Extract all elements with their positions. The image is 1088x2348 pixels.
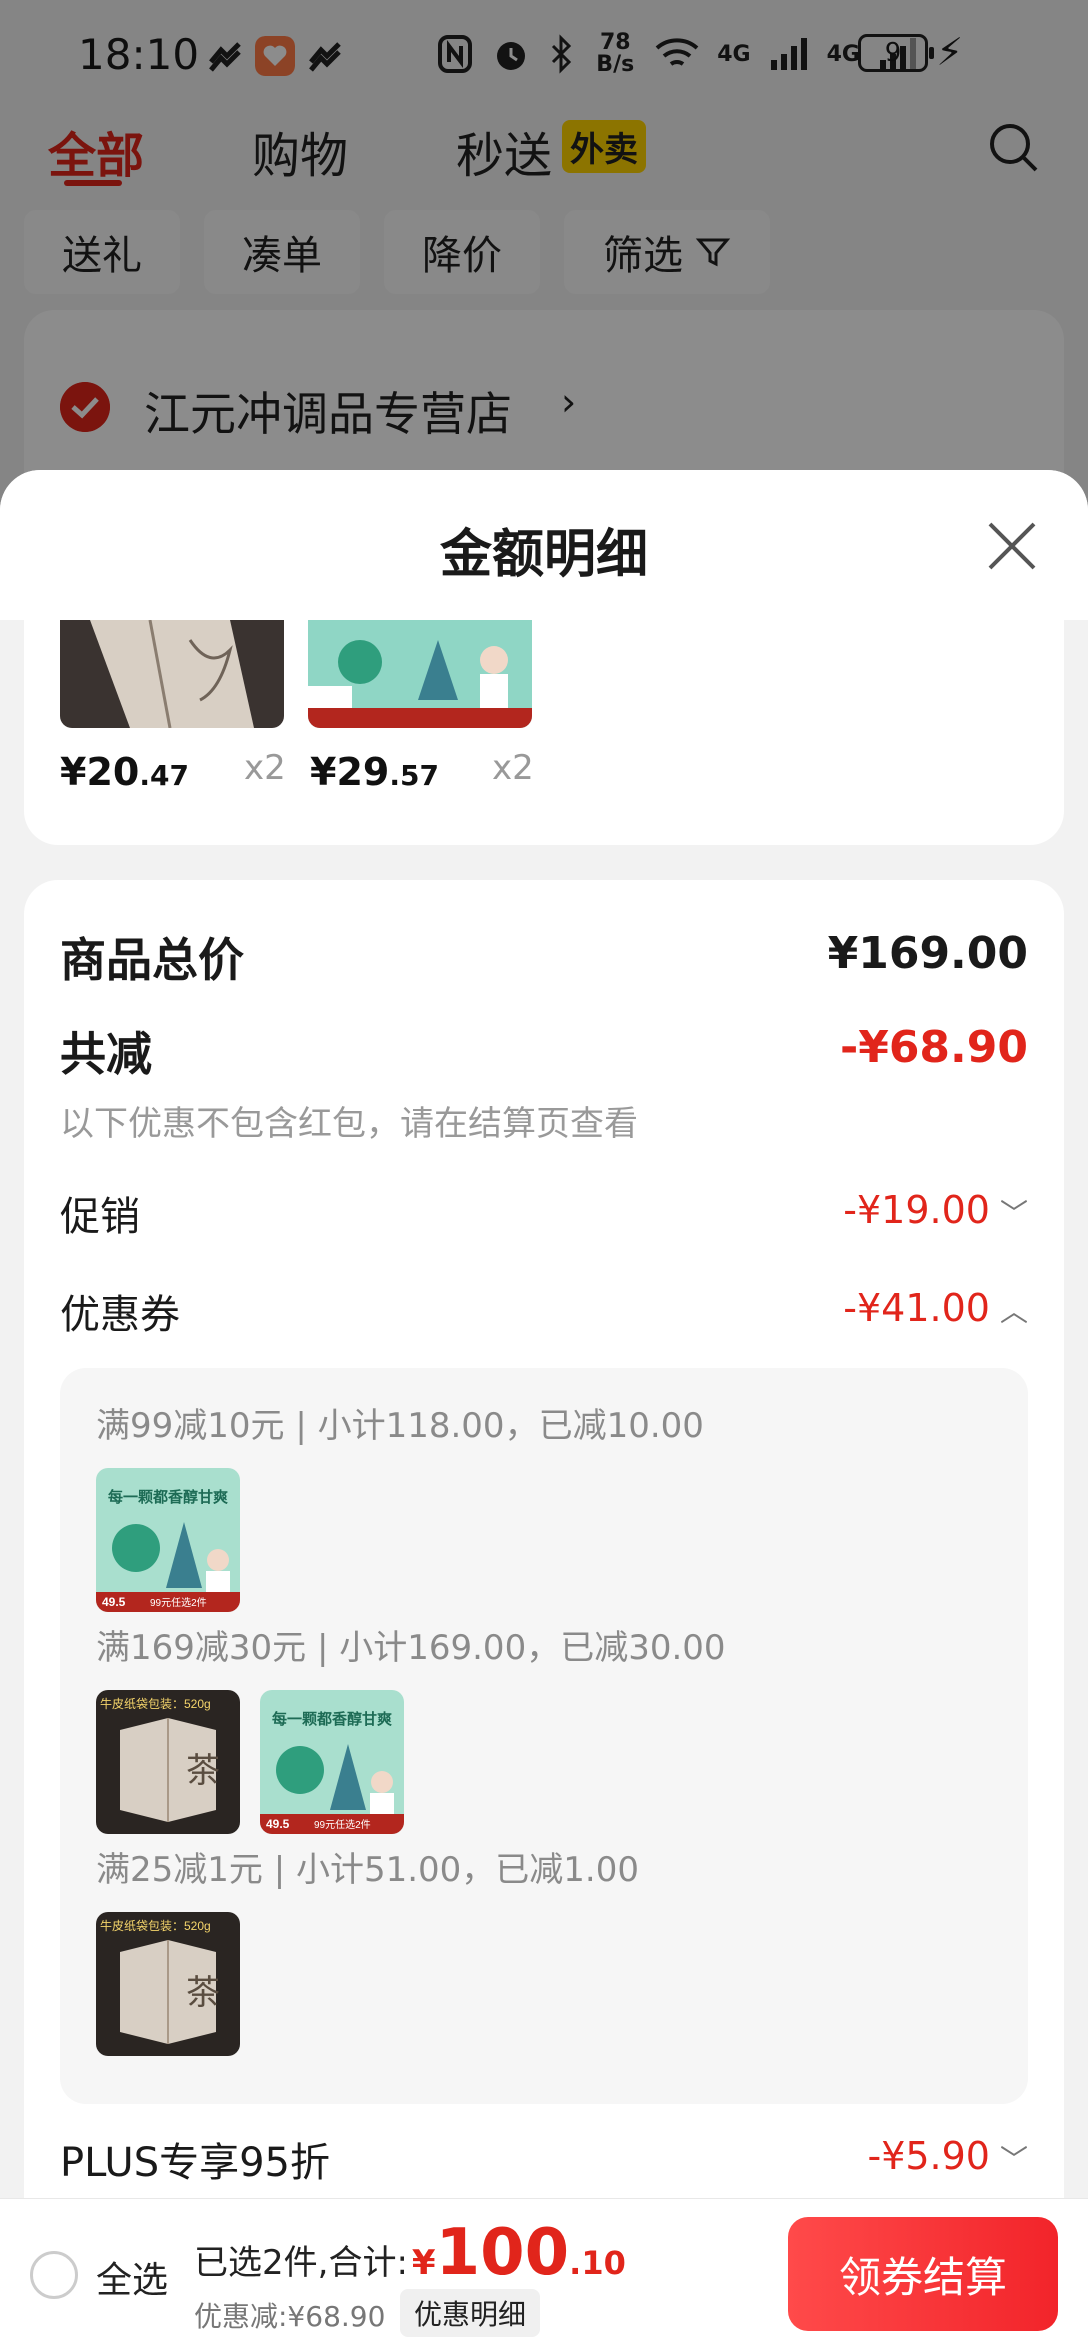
tea-char: 茶: [186, 1974, 220, 2012]
select-all-radio[interactable]: [30, 2251, 78, 2299]
product-image-kraft[interactable]: [60, 620, 284, 728]
plus-discount-label[interactable]: PLUS专享95折: [60, 2130, 330, 2188]
product-price: ¥29.57: [310, 750, 439, 794]
product-price: ¥20.47: [60, 750, 189, 794]
product-image-green[interactable]: [308, 620, 532, 728]
sheet-header: 金额明细: [0, 470, 1088, 620]
discount-note: 以下优惠不包含红包，请在结算页查看: [60, 1104, 638, 1144]
coupon-detail-panel: 满99减10元 | 小计118.00，已减10.00 每一颗都香醇甘爽 49.5…: [60, 1368, 1028, 2104]
green-headline: 每一颗都香醇甘爽: [108, 1488, 228, 1506]
coupon-row-value[interactable]: -¥41.00 ︿: [843, 1286, 1028, 1330]
discount-detail-button[interactable]: 优惠明细: [400, 2289, 541, 2337]
product-price-int: ¥20: [60, 750, 140, 794]
promo-label[interactable]: 促销: [60, 1184, 140, 1242]
plus-value: -¥5.90: [867, 2134, 990, 2178]
total-line: 已选2件,合计: ¥ 100 .10: [194, 2221, 626, 2285]
product-price-dec: .47: [139, 759, 189, 792]
green-promo: 99元任选2件: [314, 1818, 371, 1831]
product-price-int: ¥29: [310, 750, 390, 794]
total-int: 100: [435, 2216, 570, 2290]
total-value: ¥169.00: [827, 928, 1028, 979]
bottom-checkout-bar: 全选 已选2件,合计: ¥ 100 .10 优惠减:¥68.90 优惠明细 领券…: [0, 2198, 1088, 2348]
reduce-label: 共减: [60, 1027, 152, 1081]
coupon-product-image-kraft[interactable]: 牛皮纸袋包装：520g 茶: [96, 1690, 240, 1834]
coupon-label[interactable]: 优惠券: [60, 1282, 180, 1340]
coupon-product-image-green[interactable]: 每一颗都香醇甘爽 49.5 99元任选2件: [96, 1468, 240, 1612]
product-price-dec: .57: [389, 759, 439, 792]
promo-value: -¥19.00: [843, 1188, 990, 1232]
kraft-tag: 牛皮纸袋包装：520g: [100, 1918, 211, 1933]
saved-amount: 优惠减:¥68.90: [194, 2300, 386, 2333]
plus-row-value[interactable]: -¥5.90 ﹀: [867, 2134, 1028, 2178]
green-headline: 每一颗都香醇甘爽: [272, 1710, 392, 1728]
tea-char: 茶: [186, 1752, 220, 1790]
sheet-title: 金额明细: [439, 525, 648, 585]
kraft-tag: 牛皮纸袋包装：520g: [100, 1696, 211, 1711]
coupon-value: -¥41.00: [843, 1286, 990, 1330]
selected-count: 已选2件,合计:: [194, 2243, 408, 2283]
coupon-line: 满25减1元 | 小计51.00，已减1.00: [96, 1850, 640, 1890]
coupon-product-image-green[interactable]: 每一颗都香醇甘爽 49.5 99元任选2件: [260, 1690, 404, 1834]
total-dec: .10: [569, 2244, 626, 2282]
reduce-value: -¥68.90: [839, 1022, 1028, 1073]
coupon-line: 满99减10元 | 小计118.00，已减10.00: [96, 1406, 704, 1446]
product-qty: x2: [492, 748, 534, 788]
chevron-up-icon: ︿: [999, 1295, 1028, 1328]
checkout-button[interactable]: 领券结算: [788, 2217, 1058, 2331]
chevron-down-icon: ﹀: [999, 1197, 1028, 1230]
amount-detail-card: 商品总价 ¥169.00 共减 -¥68.90 以下优惠不包含红包，请在结算页查…: [24, 880, 1064, 2348]
coupon-product-image-kraft[interactable]: 牛皮纸袋包装：520g 茶: [96, 1912, 240, 2056]
product-qty: x2: [244, 748, 286, 788]
amount-detail-sheet: 金额明细 ¥20.47 x2 ¥29.57 x2 商品总价 ¥169.00 共减…: [0, 470, 1088, 2348]
select-all-label[interactable]: 全选: [96, 2251, 168, 2303]
green-price: 49.5: [102, 1595, 126, 1609]
chevron-down-icon: ﹀: [999, 2143, 1028, 2176]
promo-row-value[interactable]: -¥19.00 ﹀: [843, 1188, 1028, 1232]
coupon-line: 满169减30元 | 小计169.00，已减30.00: [96, 1628, 726, 1668]
green-price: 49.5: [266, 1817, 290, 1831]
close-icon[interactable]: [984, 518, 1040, 574]
total-label: 商品总价: [60, 933, 244, 987]
green-promo: 99元任选2件: [150, 1596, 207, 1609]
total-yen: ¥: [411, 2243, 436, 2283]
